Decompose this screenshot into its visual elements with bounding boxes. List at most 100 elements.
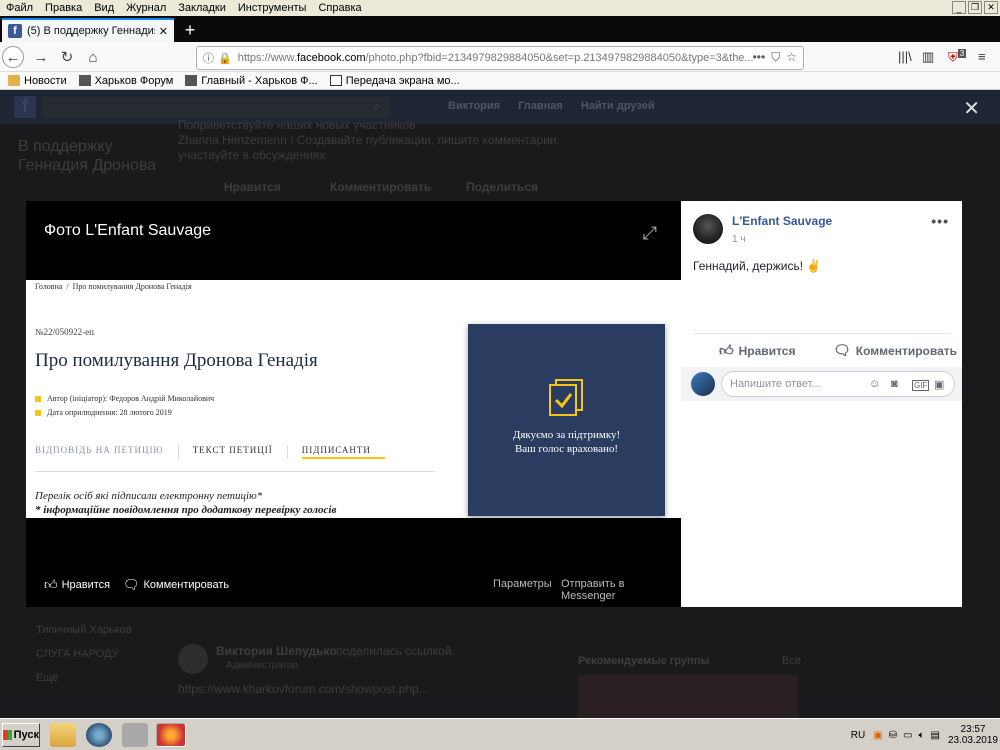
- petition-number: №22/050922-еп: [35, 327, 94, 337]
- emoji-icon[interactable]: ☺: [869, 378, 880, 390]
- nav-home: Главная: [518, 100, 563, 112]
- url-host: facebook.com: [297, 52, 366, 64]
- menu-bookmarks[interactable]: Закладки: [172, 2, 232, 14]
- feed-avatar: [178, 644, 208, 674]
- tools-icon[interactable]: [122, 723, 148, 747]
- viewer-comment-button[interactable]: 🗨︎ Комментировать: [123, 577, 229, 593]
- menu-file[interactable]: Файл: [0, 2, 39, 14]
- sticker-icon[interactable]: ▣: [934, 378, 944, 391]
- firefox-icon[interactable]: [156, 723, 186, 747]
- start-button[interactable]: Пуск: [2, 723, 40, 747]
- url-actions: ••• ⛉ ☆: [752, 50, 797, 65]
- explorer-icon[interactable]: [50, 723, 76, 747]
- pocket-icon[interactable]: ⛉: [771, 50, 780, 65]
- menu-history[interactable]: Журнал: [120, 2, 172, 14]
- gif-icon[interactable]: GIF: [912, 380, 930, 391]
- language-indicator[interactable]: RU: [851, 730, 865, 741]
- menu-bar: Файл Правка Вид Журнал Закладки Инструме…: [0, 0, 1000, 16]
- more-options-icon[interactable]: •••: [931, 213, 949, 229]
- comment-icon: 🗨︎: [833, 342, 851, 358]
- close-tab-icon[interactable]: ✕: [159, 25, 168, 38]
- bg-share: Поделиться: [466, 180, 539, 194]
- reload-button[interactable]: ↻: [56, 46, 78, 68]
- addon-badge: 3: [957, 49, 967, 58]
- menu-view[interactable]: Вид: [88, 2, 120, 14]
- taskbar: Пуск RU ▣ ⛁ ▭ 🔈︎ ▤ 23:57 23.03.2019: [0, 718, 1000, 750]
- browser-tab[interactable]: f (5) В поддержку Геннадия Дронова ✕: [2, 18, 174, 42]
- menu-help[interactable]: Справка: [312, 2, 367, 14]
- menu-edit[interactable]: Правка: [39, 2, 88, 14]
- petition-date: Дата оприлюднення: 28 лютого 2019: [35, 408, 172, 417]
- thanks-panel: Дякуємо за підтримку! Ваш голос врахован…: [468, 324, 665, 516]
- info-icon[interactable]: ⓘ: [203, 50, 214, 66]
- thumbs-up-icon: 👍︎: [719, 342, 734, 358]
- viewer-footer: 👍︎ Нравится 🗨︎ Комментировать Параметры От…: [26, 571, 681, 602]
- tray-safe-remove-icon[interactable]: ▤: [930, 730, 939, 741]
- feed-link: https://www.kharkovforum.com/showpost.ph…: [178, 682, 429, 696]
- expand-icon[interactable]: ⤢: [643, 223, 657, 244]
- bookmark-main-kharkov[interactable]: Главный - Харьков Ф...: [185, 75, 318, 87]
- hamburger-menu-icon[interactable]: ≡: [978, 49, 986, 64]
- menu-tools[interactable]: Инструменты: [232, 2, 313, 14]
- send-messenger-link[interactable]: Отправить в Messenger: [561, 578, 681, 602]
- camera-icon[interactable]: ◙: [891, 378, 898, 390]
- page-actions-icon[interactable]: •••: [753, 50, 766, 65]
- facebook-header: f ⌕ Виктория Главная Найти друзей: [0, 90, 1000, 124]
- facebook-nav: Виктория Главная Найти друзей: [448, 100, 655, 112]
- reply-box: Напишите ответ... ☺ ◙ GIF ▣: [681, 367, 962, 401]
- close-viewer-icon[interactable]: ✕: [963, 96, 980, 121]
- feed-action: поделилась ссылкой.: [336, 644, 455, 658]
- post-comment-button[interactable]: 🗨︎ Комментировать: [833, 342, 957, 359]
- bookmarks-bar: Новости Харьков Форум Главный - Харьков …: [0, 72, 1000, 90]
- comment-icon: 🗨︎: [123, 577, 140, 592]
- tab-petition-text: ТЕКСТ ПЕТИЦІЇ: [193, 445, 288, 459]
- bg-like: Нравится: [224, 180, 281, 194]
- author-avatar[interactable]: [693, 214, 723, 244]
- folder-icon: [8, 75, 20, 86]
- clock[interactable]: 23:57 23.03.2019: [948, 724, 998, 746]
- petition-breadcrumb: Головна / Про помилування Дронова Генаді…: [35, 282, 192, 291]
- sidebar-icon[interactable]: ▥: [922, 49, 934, 65]
- thanks-text: Дякуємо за підтримку! Ваш голос врахован…: [512, 429, 621, 455]
- ublock-icon[interactable]: ⛨ 3: [948, 49, 967, 65]
- post-line-3: участвуйте в обсуждениях: [178, 148, 326, 162]
- photo-viewer: Фото L'Enfant Sauvage ⤢ Головна / Про по…: [26, 201, 681, 607]
- nav-find-friends: Найти друзей: [580, 100, 655, 112]
- close-window-button[interactable]: ✕: [984, 1, 998, 14]
- back-button[interactable]: ←: [2, 46, 24, 68]
- system-tray: RU ▣ ⛁ ▭ 🔈︎ ▤ 23:57 23.03.2019: [851, 722, 998, 748]
- url-prefix: https://www.: [237, 52, 297, 64]
- post-author[interactable]: L'Enfant Sauvage: [732, 214, 832, 228]
- library-icon[interactable]: |||\: [898, 49, 912, 64]
- minimize-button[interactable]: _: [952, 1, 966, 14]
- tray-app-icon[interactable]: ▣: [873, 730, 882, 741]
- post-panel: L'Enfant Sauvage 1 ч ••• Геннадий, держи…: [681, 201, 962, 607]
- site-icon: [78, 75, 91, 86]
- volume-icon[interactable]: 🔈︎: [918, 730, 924, 741]
- reply-input[interactable]: Напишите ответ... ☺ ◙ GIF ▣: [721, 371, 955, 397]
- bookmark-screen-share[interactable]: Передача экрана мо...: [329, 75, 460, 87]
- feed-role: Администратор: [226, 660, 299, 671]
- tray-display-icon[interactable]: ▭: [903, 730, 912, 741]
- tray-network-icon[interactable]: ⛁: [889, 730, 897, 741]
- new-tab-button[interactable]: +: [180, 20, 200, 40]
- bookmark-star-icon[interactable]: ☆: [786, 50, 797, 65]
- forward-button[interactable]: →: [30, 46, 52, 68]
- post-like-button[interactable]: 👍︎ Нравится: [719, 342, 795, 359]
- navigation-bar: ← → ↻ ⌂ ⓘ 🔒 https://www. facebook.com/pho…: [0, 42, 1000, 72]
- url-bar[interactable]: ⓘ 🔒 https://www. facebook.com/photo.php?f…: [196, 46, 804, 70]
- page-content: f ⌕ Виктория Главная Найти друзей ✕ В по…: [0, 90, 1000, 718]
- bookmark-kharkov-forum[interactable]: Харьков Форум: [78, 75, 173, 87]
- post-time[interactable]: 1 ч: [732, 234, 746, 245]
- home-button[interactable]: ⌂: [82, 46, 104, 68]
- sidebar-item-sluga: СЛУГА НАРОДУ: [36, 648, 119, 660]
- viewer-options-link[interactable]: Параметры: [493, 578, 552, 590]
- viewer-like-button[interactable]: 👍︎ Нравится: [44, 577, 110, 593]
- bookmark-news[interactable]: Новости: [8, 75, 67, 87]
- bg-comment: Комментировать: [330, 180, 432, 194]
- restore-button[interactable]: ❐: [968, 1, 982, 14]
- post-line-2: Zhanna Henzemenn ! Создавайте публикации…: [178, 133, 560, 147]
- recommended-all: Все: [782, 655, 801, 667]
- window-controls: _ ❐ ✕: [952, 1, 998, 14]
- ie-icon[interactable]: [86, 723, 112, 747]
